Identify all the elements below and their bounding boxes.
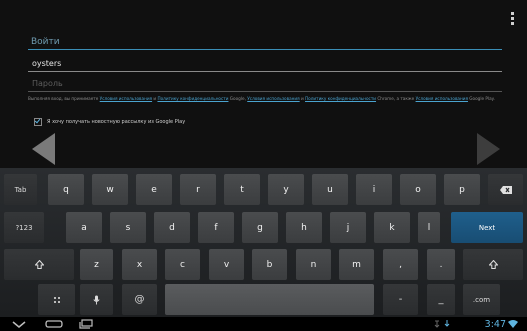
overflow-menu-icon[interactable]	[511, 12, 515, 28]
terms-link-1[interactable]: Условия использования	[100, 96, 152, 101]
legal-mid-2: Chrome, а также	[376, 96, 416, 101]
key-t[interactable]: t	[224, 174, 260, 205]
legal-suffix: Google Play.	[467, 96, 495, 101]
key-l[interactable]: l	[418, 212, 440, 243]
dot-com-key[interactable]: .com	[463, 284, 500, 315]
key-s[interactable]: s	[110, 212, 146, 243]
key-m[interactable]: m	[339, 249, 374, 280]
underscore-key[interactable]: _	[427, 284, 455, 315]
key-h[interactable]: h	[286, 212, 322, 243]
back-icon[interactable]	[12, 319, 26, 329]
key-p[interactable]: p	[444, 174, 480, 205]
screen: Войти Выполняя вход, вы принимаете Услов…	[0, 0, 527, 331]
key-k[interactable]: k	[374, 212, 410, 243]
newsletter-label: Я хочу получать новостную рассылку из Go…	[47, 119, 186, 125]
backspace-icon	[499, 185, 512, 194]
key-c[interactable]: c	[165, 249, 200, 280]
back-arrow-button[interactable]	[32, 133, 55, 165]
key-w[interactable]: w	[92, 174, 128, 205]
key-period[interactable]: .	[427, 249, 455, 280]
key-u[interactable]: u	[312, 174, 348, 205]
key-a[interactable]: a	[66, 212, 102, 243]
system-navigation-bar: 3:47	[0, 317, 527, 331]
usb-debugging-icon	[434, 320, 440, 328]
key-j[interactable]: j	[330, 212, 366, 243]
key-g[interactable]: g	[242, 212, 278, 243]
key-comma[interactable]: ,	[383, 249, 418, 280]
recent-apps-icon[interactable]	[79, 319, 93, 329]
symbols-key[interactable]: ?123	[4, 212, 44, 243]
voice-input-key[interactable]	[80, 284, 113, 315]
tab-key[interactable]: Tab	[4, 174, 37, 205]
shift-icon	[34, 260, 44, 269]
dash-key[interactable]: -	[383, 284, 418, 315]
privacy-link-1[interactable]: Политику конфиденциальности	[157, 96, 228, 101]
wifi-icon	[508, 320, 518, 328]
key-o[interactable]: o	[400, 174, 436, 205]
newsletter-checkbox[interactable]: Я хочу получать новостную рассылку из Go…	[34, 117, 185, 127]
shift-key-right[interactable]	[463, 249, 523, 280]
page-title: Войти	[31, 37, 60, 47]
status-clock: 3:47	[484, 318, 506, 330]
legal-prefix: Выполняя вход, вы принимаете	[28, 96, 100, 101]
key-e[interactable]: e	[136, 174, 172, 205]
key-x[interactable]: x	[122, 249, 157, 280]
key-b[interactable]: b	[252, 249, 287, 280]
terms-link-2[interactable]: Условия использования	[247, 96, 299, 101]
key-f[interactable]: f	[198, 212, 234, 243]
shift-key-left[interactable]	[4, 249, 74, 280]
backspace-key[interactable]	[488, 174, 523, 205]
checkbox-checked-icon[interactable]	[34, 118, 42, 126]
legal-text: Выполняя вход, вы принимаете Условия исп…	[28, 96, 500, 103]
password-field[interactable]	[28, 76, 502, 92]
next-arrow-button[interactable]	[477, 133, 500, 165]
keyboard-settings-icon	[53, 296, 60, 303]
key-y[interactable]: y	[268, 174, 304, 205]
keyboard-settings-key[interactable]	[38, 284, 75, 315]
space-bar[interactable]	[165, 284, 374, 315]
key-q[interactable]: q	[48, 174, 84, 205]
key-i[interactable]: i	[356, 174, 392, 205]
key-d[interactable]: d	[154, 212, 190, 243]
at-key[interactable]: @	[122, 284, 157, 315]
key-z[interactable]: z	[80, 249, 113, 280]
key-v[interactable]: v	[209, 249, 244, 280]
next-key[interactable]: Next	[451, 212, 523, 243]
soft-keyboard: Tab q w e r t y u i o p ?123 a s d f g h…	[0, 168, 527, 317]
privacy-link-2[interactable]: Политику конфиденциальности	[305, 96, 376, 101]
terms-link-3[interactable]: Условия использования	[416, 96, 468, 101]
email-field[interactable]	[28, 56, 502, 72]
shift-icon	[488, 260, 498, 269]
download-notification-icon	[444, 320, 450, 327]
legal-mid: Google,	[228, 96, 248, 101]
microphone-icon	[93, 295, 100, 304]
key-n[interactable]: n	[296, 249, 331, 280]
key-r[interactable]: r	[180, 174, 216, 205]
title-divider	[28, 49, 502, 50]
home-icon[interactable]	[45, 319, 63, 329]
